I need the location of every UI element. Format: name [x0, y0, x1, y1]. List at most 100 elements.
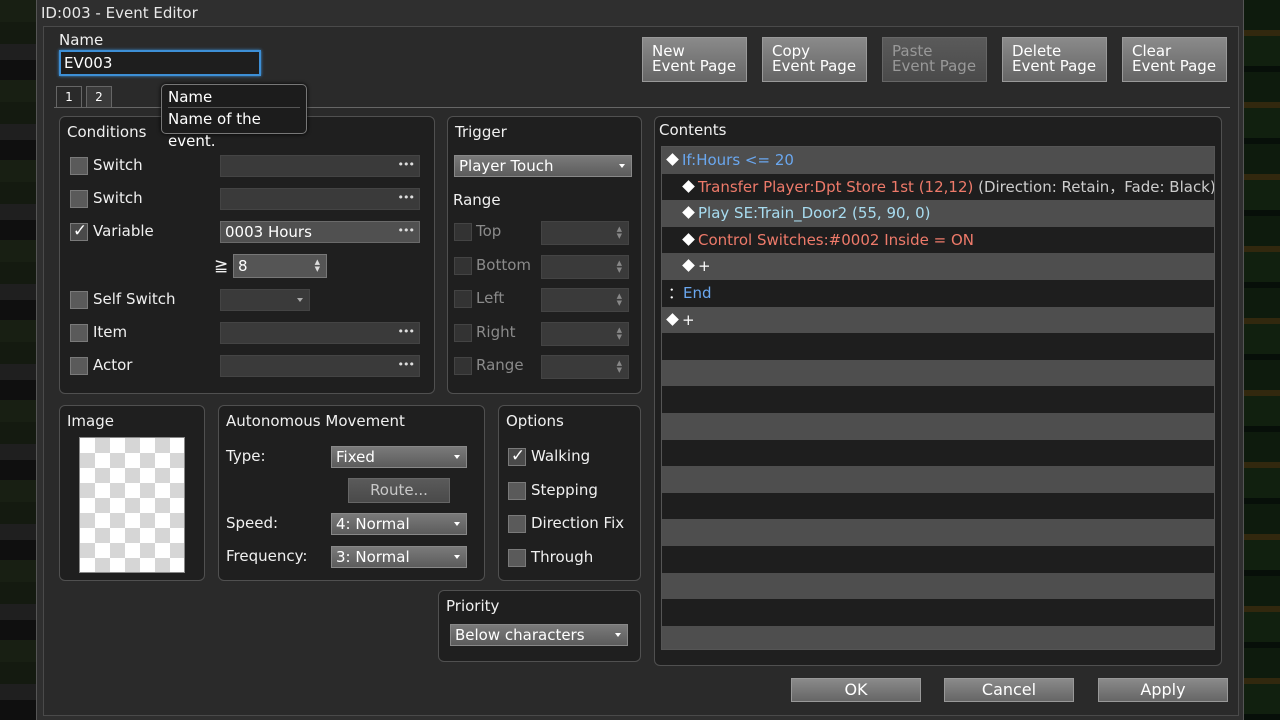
trigger-dropdown[interactable]: Player Touch [454, 155, 632, 177]
walking-checkbox[interactable]: ✓ [508, 446, 526, 466]
tooltip-title: Name [168, 87, 300, 108]
delete-event-page-button[interactable]: Delete Event Page [1002, 37, 1107, 82]
command-row[interactable] [662, 439, 1214, 467]
command-row[interactable]: + [662, 253, 1214, 280]
command-row[interactable] [662, 333, 1214, 360]
priority-dropdown[interactable]: Below characters [450, 624, 628, 646]
event-editor-window: ID:003 - Event Editor Name EV003 1 2 Con… [36, 0, 1244, 720]
speed-label: Speed: [226, 514, 279, 532]
command-row[interactable] [662, 359, 1214, 387]
chevron-down-icon [619, 164, 625, 168]
switch-2-field[interactable]: ••• [220, 188, 420, 210]
route-button[interactable]: Route... [348, 478, 450, 503]
frequency-value: 3: Normal [336, 548, 410, 566]
variable-field[interactable]: 0003 Hours ••• [220, 221, 420, 243]
item-checkbox[interactable] [70, 324, 88, 342]
command-row[interactable]: ：End [662, 280, 1214, 307]
switch-1-checkbox[interactable] [70, 157, 88, 175]
diamond-icon [682, 179, 695, 193]
ok-button[interactable]: OK [791, 678, 921, 702]
command-row[interactable]: Transfer Player:Dpt Store 1st (12,12) (D… [662, 173, 1214, 201]
self-switch-label: Self Switch [93, 290, 176, 308]
type-value: Fixed [336, 448, 375, 466]
through-label: Through [531, 547, 594, 566]
spin-arrows-icon: ▲ ▼ [616, 325, 622, 341]
command-row[interactable] [662, 599, 1214, 626]
background-map-left [0, 0, 36, 720]
checkmark-icon: ✓ [510, 446, 526, 466]
range-0-spinner[interactable]: ▲ ▼ [541, 221, 629, 245]
command-row[interactable]: Control Switches:#0002 Inside = ON [662, 226, 1214, 254]
chevron-down-icon [454, 455, 460, 459]
frequency-label: Frequency: [226, 547, 308, 565]
ellipsis-icon: ••• [397, 224, 415, 237]
chevron-down-icon [454, 555, 460, 559]
command-row[interactable] [662, 386, 1214, 413]
through-checkbox[interactable] [508, 548, 526, 567]
command-row[interactable]: If:Hours <= 20 [662, 147, 1214, 174]
self-switch-checkbox[interactable] [70, 291, 88, 309]
tab-page-1[interactable]: 1 [56, 86, 82, 108]
command-row[interactable] [662, 519, 1214, 546]
range-2-spinner[interactable]: ▲ ▼ [541, 288, 629, 312]
image-preview[interactable] [79, 437, 185, 573]
command-text: If:Hours <= 20 [682, 151, 794, 169]
range-1-checkbox[interactable] [454, 256, 472, 275]
new-event-page-button[interactable]: New Event Page [642, 37, 747, 82]
command-row[interactable] [662, 546, 1214, 573]
frequency-dropdown[interactable]: 3: Normal [331, 546, 467, 568]
cancel-button[interactable]: Cancel [944, 678, 1074, 702]
command-row[interactable] [662, 492, 1214, 520]
priority-value: Below characters [455, 626, 585, 644]
actor-checkbox[interactable] [70, 357, 88, 375]
paste-event-page-button[interactable]: Paste Event Page [882, 37, 987, 82]
switch-1-field[interactable]: ••• [220, 155, 420, 177]
range-4-spinner[interactable]: ▲ ▼ [541, 355, 629, 379]
direction-fix-label: Direction Fix [531, 514, 625, 532]
spin-arrows-icon: ▲ ▼ [616, 225, 622, 240]
command-row[interactable] [662, 625, 1214, 649]
command-text: End [683, 284, 712, 302]
ellipsis-icon: ••• [397, 325, 415, 338]
switch-2-checkbox[interactable] [70, 190, 88, 208]
tab-page-2[interactable]: 2 [86, 86, 112, 108]
walking-label: Walking [531, 447, 591, 465]
range-3-label: Right [476, 322, 516, 341]
variable-amount-spinner[interactable]: 8 ▲ ▼ [233, 254, 327, 278]
actor-label: Actor [93, 356, 133, 374]
range-0-checkbox[interactable] [454, 223, 472, 241]
range-3-spinner[interactable]: ▲ ▼ [541, 321, 629, 346]
actor-field[interactable]: ••• [220, 355, 420, 377]
variable-checkbox[interactable]: ✓ [70, 221, 88, 241]
range-1-spinner[interactable]: ▲ ▼ [541, 254, 629, 279]
command-row[interactable] [662, 413, 1214, 440]
range-4-label: Range [476, 356, 524, 374]
self-switch-dropdown[interactable] [220, 289, 310, 311]
name-tooltip: Name Name of the event. [161, 84, 307, 150]
copy-event-page-button[interactable]: Copy Event Page [762, 37, 867, 82]
range-4-checkbox[interactable] [454, 357, 472, 375]
comparison-operator: ≧ [214, 256, 229, 276]
item-label: Item [93, 323, 128, 341]
item-field[interactable]: ••• [220, 322, 420, 344]
name-input[interactable]: EV003 [59, 50, 261, 76]
command-row[interactable] [662, 572, 1214, 600]
type-label: Type: [226, 447, 266, 465]
command-text: Transfer Player:Dpt Store 1st (12,12) [698, 177, 974, 196]
speed-value: 4: Normal [336, 515, 410, 533]
command-row[interactable] [662, 466, 1214, 493]
stepping-checkbox[interactable] [508, 481, 526, 500]
direction-fix-checkbox[interactable] [508, 515, 526, 533]
range-2-checkbox[interactable] [454, 290, 472, 308]
options-title: Options [506, 412, 564, 430]
command-row[interactable]: + [662, 306, 1214, 334]
chevron-down-icon [615, 633, 621, 637]
command-list[interactable]: If:Hours <= 20 Transfer Player:Dpt Store … [661, 146, 1215, 650]
chevron-down-icon [297, 298, 303, 302]
speed-dropdown[interactable]: 4: Normal [331, 513, 467, 535]
apply-button[interactable]: Apply [1098, 678, 1228, 702]
type-dropdown[interactable]: Fixed [331, 446, 467, 468]
command-row[interactable]: Play SE:Train_Door2 (55, 90, 0) [662, 200, 1214, 227]
range-3-checkbox[interactable] [454, 323, 472, 342]
clear-event-page-button[interactable]: Clear Event Page [1122, 37, 1227, 82]
